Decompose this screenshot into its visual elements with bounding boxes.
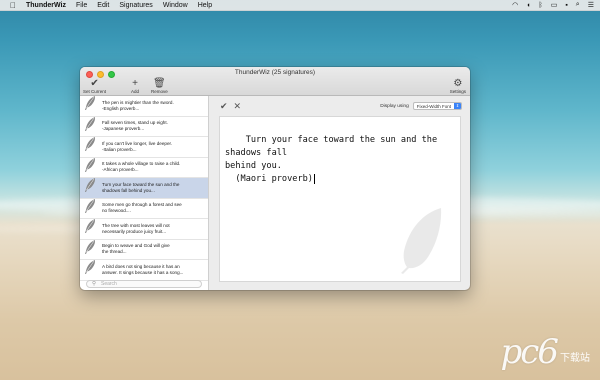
- remove-button[interactable]: 🗑 Remove: [151, 78, 168, 94]
- checkmark-icon: ✔: [90, 78, 99, 89]
- menu-window[interactable]: Window: [163, 2, 188, 9]
- signature-preview-text: The tree with most leaves will not neces…: [102, 222, 170, 234]
- search-placeholder: Search: [101, 281, 117, 287]
- apple-menu-icon[interactable]: : [6, 1, 20, 10]
- search-icon[interactable]: ⌕: [576, 1, 580, 9]
- signature-preview-text: Some men go through a forest and see no …: [102, 202, 182, 214]
- settings-label: Settings: [449, 89, 466, 94]
- signature-preview-text: Turn your face toward the sun and the sh…: [102, 181, 180, 193]
- text-cursor: [313, 174, 315, 184]
- signature-editor[interactable]: Turn your face toward the sun and the sh…: [219, 116, 461, 282]
- signature-preview-text: Fall seven times, stand up eight. -Japan…: [102, 120, 168, 132]
- signature-list-item[interactable]: If you can't live longer, live deeper. -…: [80, 137, 208, 158]
- feather-icon: [84, 136, 96, 157]
- feather-icon: [84, 259, 96, 280]
- signature-list-item[interactable]: Turn your face toward the sun and the sh…: [80, 178, 208, 199]
- window-title: ThunderWiz (25 signatures): [234, 69, 316, 76]
- feather-icon: [84, 239, 96, 260]
- feather-icon: [84, 116, 96, 137]
- menu-signatures[interactable]: Signatures: [119, 2, 152, 9]
- set-current-label: Set Current: [83, 89, 107, 94]
- menu-list-icon[interactable]: ☰: [588, 1, 594, 9]
- title-bar: ThunderWiz (25 signatures) ✔ Set Current…: [80, 67, 470, 96]
- signature-list: The pen is mightier than the sword. -Eng…: [80, 96, 209, 290]
- wifi-icon[interactable]: ◠: [512, 1, 518, 9]
- feather-icon: [84, 177, 96, 198]
- speaker-icon[interactable]: ◖: [526, 2, 530, 9]
- watermark-text: 下载站: [560, 353, 590, 364]
- add-button[interactable]: + Add: [131, 78, 139, 94]
- signature-list-item[interactable]: The tree with most leaves will not neces…: [80, 219, 208, 240]
- feather-icon: [84, 157, 96, 178]
- menu-file[interactable]: File: [76, 2, 87, 9]
- flag-icon[interactable]: ▪: [565, 2, 567, 9]
- trash-icon: 🗑: [153, 78, 166, 89]
- signature-preview-text: A bird does not sing because it has an a…: [102, 263, 184, 275]
- menu-help[interactable]: Help: [198, 2, 212, 9]
- signature-text: Turn your face toward the sun and the sh…: [225, 135, 438, 184]
- signature-list-item[interactable]: Some men go through a forest and see no …: [80, 198, 208, 219]
- gear-icon: ⚙: [453, 78, 463, 89]
- signature-preview-text: Begin to weave and God will give the thr…: [102, 243, 170, 255]
- app-window: ThunderWiz (25 signatures) ✔ Set Current…: [80, 67, 470, 290]
- status-icons: ◠ ◖ ᛒ ▭ ▪ ⌕ ☰: [512, 1, 594, 9]
- signature-preview-text: If you can't live longer, live deeper. -…: [102, 140, 173, 152]
- editor-toolbar: ✔ ✕ Display using Fixed-Width Font ⇕: [209, 96, 470, 116]
- menu-edit[interactable]: Edit: [97, 2, 109, 9]
- feather-icon: [84, 218, 96, 239]
- signature-list-item[interactable]: The pen is mightier than the sword. -Eng…: [80, 96, 208, 117]
- signature-list-item[interactable]: Begin to weave and God will give the thr…: [80, 239, 208, 260]
- menu-app-name[interactable]: ThunderWiz: [26, 2, 66, 9]
- signature-list-item[interactable]: A bird does not sing because it has an a…: [80, 260, 208, 281]
- accept-icon[interactable]: ✔: [220, 101, 228, 112]
- add-label: Add: [131, 89, 140, 94]
- discard-icon[interactable]: ✕: [234, 101, 242, 112]
- feather-watermark-icon: [401, 208, 442, 274]
- site-watermark: pc6 下载站: [501, 332, 590, 372]
- signature-list-item[interactable]: It takes a whole village to raise a chil…: [80, 157, 208, 178]
- feather-icon: [84, 198, 96, 219]
- signature-preview-text: The pen is mightier than the sword. -Eng…: [102, 99, 174, 111]
- display-using-label: Display using: [380, 103, 409, 109]
- signature-list-item[interactable]: Fall seven times, stand up eight. -Japan…: [80, 116, 208, 137]
- select-arrows-icon: ⇕: [454, 103, 461, 109]
- feather-icon: [84, 96, 96, 116]
- signature-preview-text: It takes a whole village to raise a chil…: [102, 161, 181, 173]
- plus-icon: +: [132, 78, 138, 89]
- watermark-logo: pc6: [500, 332, 559, 372]
- font-select[interactable]: Fixed-Width Font ⇕: [412, 102, 462, 110]
- bluetooth-icon[interactable]: ᛒ: [538, 2, 542, 9]
- remove-label: Remove: [151, 89, 168, 94]
- search-field[interactable]: ⚲ Search: [86, 280, 202, 288]
- settings-button[interactable]: ⚙ Settings: [450, 78, 466, 94]
- battery-icon[interactable]: ▭: [551, 1, 558, 9]
- magnifier-icon: ⚲: [92, 280, 97, 287]
- set-current-button[interactable]: ✔ Set Current: [83, 78, 106, 94]
- font-select-value: Fixed-Width Font: [416, 104, 451, 109]
- menu-bar:  ThunderWiz File Edit Signatures Window…: [0, 0, 600, 11]
